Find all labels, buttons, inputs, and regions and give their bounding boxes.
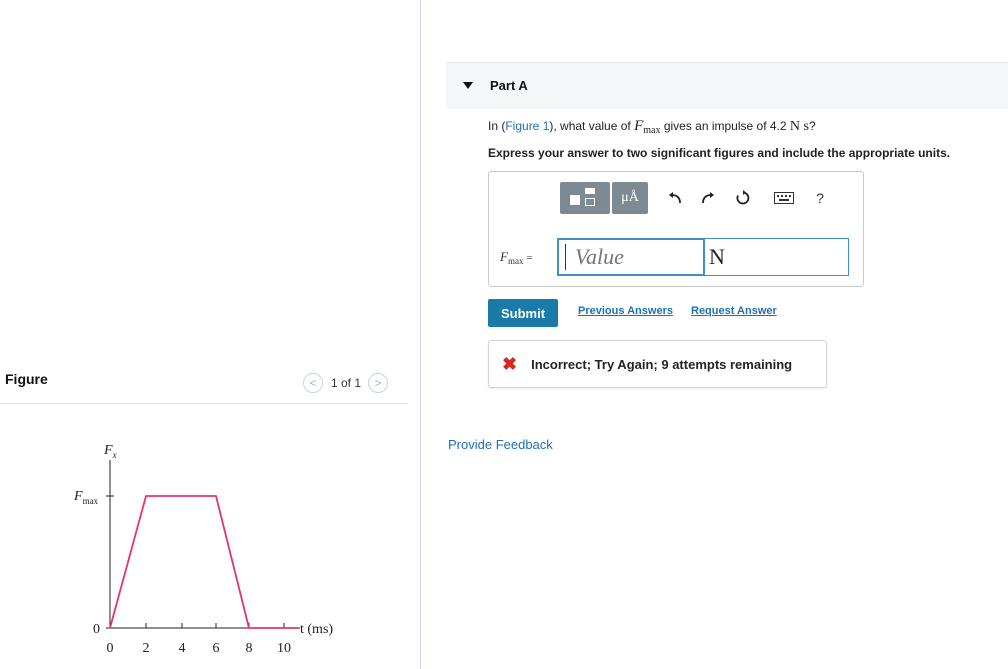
keyboard-icon (774, 192, 794, 204)
help-icon: ? (816, 190, 824, 206)
force-curve (109, 495, 298, 629)
figure-divider (0, 403, 408, 404)
fmax-label: Fmax (73, 489, 99, 506)
undo-button[interactable] (665, 182, 685, 214)
prev-figure-button[interactable]: < (303, 373, 323, 393)
impulse-unit: N s (789, 119, 809, 134)
answer-box: μÅ ? Fmax = (488, 171, 864, 287)
x-axis-label: t (ms) (300, 622, 333, 637)
undo-icon (669, 192, 681, 204)
math-toolbar: μÅ ? (560, 182, 830, 214)
help-button[interactable]: ? (810, 182, 830, 214)
x-tick-label: 0 (107, 641, 114, 656)
next-figure-button[interactable]: > (368, 373, 389, 393)
figure-pagination: < 1 of 1 > (303, 373, 389, 393)
answer-variable-label: Fmax = (500, 249, 533, 266)
figure-page-counter: 1 of 1 (331, 376, 362, 390)
figure-title: Figure (5, 371, 48, 387)
redo-button[interactable] (698, 182, 718, 214)
question-text: In (Figure 1), what value of Fmax gives … (488, 118, 816, 136)
feedback-text: Incorrect; Try Again; 9 attempts remaini… (531, 356, 793, 372)
provide-feedback-link[interactable]: Provide Feedback (448, 437, 553, 452)
submit-button[interactable]: Submit (488, 299, 558, 327)
chevron-right-icon: > (374, 376, 382, 390)
reset-button[interactable] (733, 182, 753, 214)
templates-button[interactable] (560, 182, 610, 214)
part-a-header[interactable]: Part A (446, 62, 1008, 109)
keyboard-button[interactable] (774, 182, 794, 214)
fmax-variable: Fmax (634, 118, 661, 136)
figure-link[interactable]: Figure 1 (505, 119, 549, 133)
text-cursor (565, 244, 566, 270)
value-input[interactable] (557, 238, 704, 276)
previous-answers-link[interactable]: Previous Answers (578, 305, 673, 317)
units-button[interactable]: μÅ (612, 182, 648, 214)
incorrect-feedback: ✖ Incorrect; Try Again; 9 attempts remai… (488, 340, 827, 388)
chevron-left-icon: < (309, 376, 317, 390)
x-tick-label: 8 (246, 641, 253, 656)
y-zero-label: 0 (93, 622, 100, 637)
x-tick-label: 4 (179, 641, 186, 656)
y-axis-label: Fx (103, 443, 117, 460)
redo-icon (702, 192, 714, 204)
x-tick-label: 10 (277, 641, 291, 656)
caret-down-icon (463, 82, 473, 89)
x-tick-label: 2 (143, 641, 150, 656)
unit-input[interactable] (704, 238, 849, 276)
instruction-text: Express your answer to two significant f… (488, 146, 951, 160)
reset-icon (736, 190, 750, 205)
x-icon: ✖ (502, 354, 518, 374)
part-title: Part A (490, 78, 528, 93)
request-answer-link[interactable]: Request Answer (691, 305, 777, 317)
x-tick-label: 6 (213, 641, 220, 656)
units-icon: μÅ (621, 190, 639, 205)
force-time-graph: Fx Fmax 0 t (ms) 0 2 4 6 8 10 (73, 443, 333, 656)
panel-divider (420, 0, 421, 669)
